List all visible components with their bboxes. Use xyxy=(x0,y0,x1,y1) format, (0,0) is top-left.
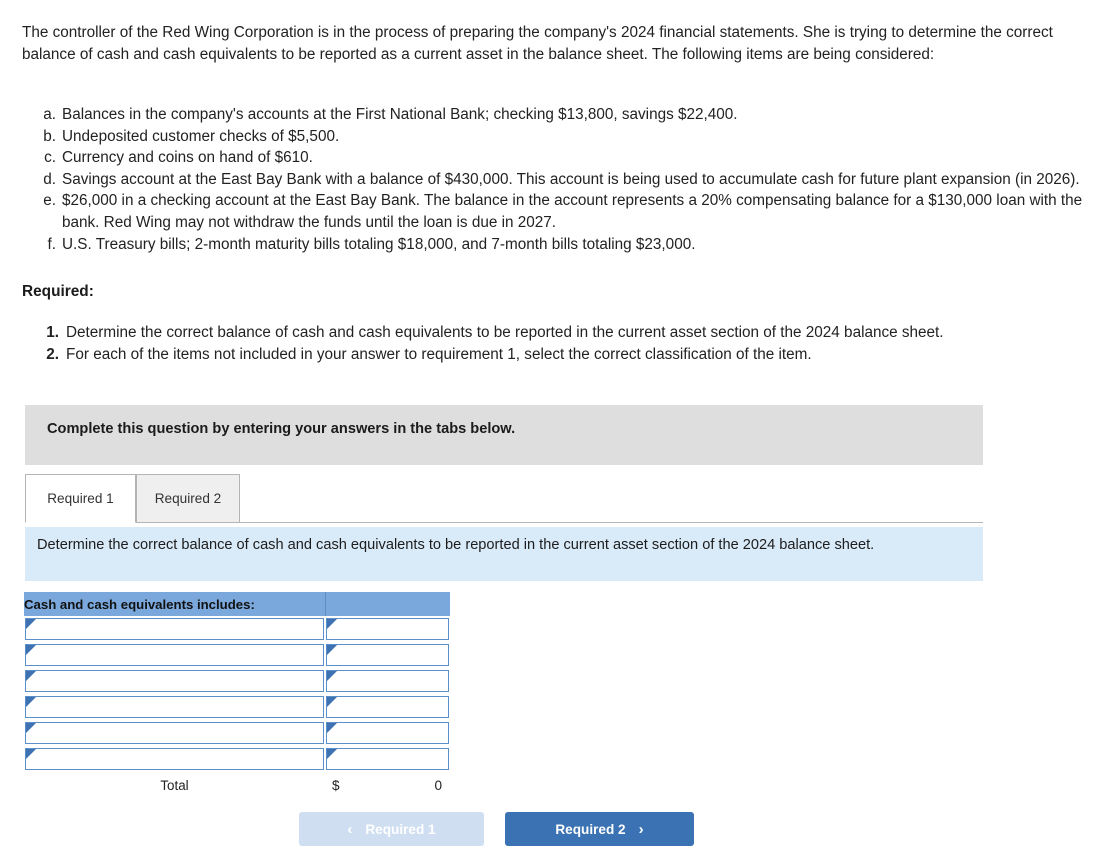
tab-required-1[interactable]: Required 1 xyxy=(25,474,136,523)
table-row xyxy=(24,746,450,772)
table-row xyxy=(24,668,450,694)
list-item-marker: f. xyxy=(47,235,57,253)
answer-label-cell-2[interactable] xyxy=(25,644,324,666)
answer-label-cell-5[interactable] xyxy=(25,722,324,744)
list-item: f. U.S. Treasury bills; 2-month maturity… xyxy=(22,234,1094,256)
total-row-value-cell: $ 0 xyxy=(325,772,450,798)
total-currency-symbol: $ xyxy=(332,777,340,793)
table-header-row: Cash and cash equivalents includes: xyxy=(24,592,450,616)
instruction-banner-text: Complete this question by entering your … xyxy=(47,421,516,437)
answer-value-cell-5[interactable] xyxy=(326,722,449,744)
answer-value-input-5[interactable] xyxy=(327,723,448,743)
previous-required-button[interactable]: ‹ Required 1 xyxy=(299,812,484,846)
answer-value-input-3[interactable] xyxy=(327,671,448,691)
answer-value-cell-1[interactable] xyxy=(326,618,449,640)
answer-value-cell-6[interactable] xyxy=(326,748,449,770)
tab-required-2[interactable]: Required 2 xyxy=(136,474,240,523)
requirement-number: 1. xyxy=(46,324,59,341)
previous-required-button-label: Required 1 xyxy=(365,821,436,837)
answer-label-input-1[interactable] xyxy=(26,619,323,639)
list-item-text: Currency and coins on hand of $610. xyxy=(62,149,313,167)
dropdown-triangle-icon xyxy=(26,723,36,733)
next-required-button-label: Required 2 xyxy=(555,821,626,837)
table-row xyxy=(24,616,450,642)
answer-value-cell-3[interactable] xyxy=(326,670,449,692)
dropdown-triangle-icon xyxy=(327,671,337,681)
dropdown-triangle-icon xyxy=(26,749,36,759)
tab-instruction-text: Determine the correct balance of cash an… xyxy=(37,537,875,553)
next-required-button[interactable]: Required 2 › xyxy=(505,812,694,846)
list-item: c. Currency and coins on hand of $610. xyxy=(22,147,1094,169)
list-item: a. Balances in the company's accounts at… xyxy=(22,104,1094,126)
chevron-right-icon: › xyxy=(638,820,644,838)
table-row xyxy=(24,642,450,668)
answer-value-cell-2[interactable] xyxy=(326,644,449,666)
answer-value-cell-4[interactable] xyxy=(326,696,449,718)
list-item-marker: e. xyxy=(43,192,56,210)
list-item-marker: b. xyxy=(43,127,56,145)
list-item-text: Balances in the company's accounts at th… xyxy=(62,106,738,123)
dropdown-triangle-icon xyxy=(327,697,337,707)
list-item-text: U.S. Treasury bills; 2-month maturity bi… xyxy=(62,235,696,253)
list-item-text: $26,000 in a checking account at the Eas… xyxy=(62,192,1083,231)
requirement-number: 2. xyxy=(46,345,59,363)
answer-label-input-5[interactable] xyxy=(26,723,323,743)
answer-label-input-6[interactable] xyxy=(26,749,323,769)
dropdown-triangle-icon xyxy=(26,645,36,655)
answer-table-header-label: Cash and cash equivalents includes: xyxy=(24,592,325,616)
list-item-text: Savings account at the East Bay Bank wit… xyxy=(62,170,1080,188)
tab-required-1-label: Required 1 xyxy=(47,491,114,506)
answer-value-input-1[interactable] xyxy=(327,619,448,639)
tab-strip: Required 1 Required 2 xyxy=(25,474,983,523)
question-items-list: a. Balances in the company's accounts at… xyxy=(22,104,1094,255)
answer-label-input-3[interactable] xyxy=(26,671,323,691)
requirement-item: 1. Determine the correct balance of cash… xyxy=(22,322,1082,344)
total-amount: 0 xyxy=(434,777,442,793)
dropdown-triangle-icon xyxy=(327,749,337,759)
list-item-marker: c. xyxy=(44,149,56,167)
list-item: e. $26,000 in a checking account at the … xyxy=(22,190,1094,233)
requirement-item: 2. For each of the items not included in… xyxy=(22,344,1082,366)
instruction-banner: Complete this question by entering your … xyxy=(25,405,983,465)
answer-label-cell-4[interactable] xyxy=(25,696,324,718)
dropdown-triangle-icon xyxy=(327,645,337,655)
answer-value-input-6[interactable] xyxy=(327,749,448,769)
list-item-marker: a. xyxy=(43,106,56,123)
answer-label-input-2[interactable] xyxy=(26,645,323,665)
requirements-list: 1. Determine the correct balance of cash… xyxy=(22,322,1082,365)
dropdown-triangle-icon xyxy=(26,619,36,629)
dropdown-triangle-icon xyxy=(26,697,36,707)
total-row-label: Total xyxy=(24,772,325,798)
answer-label-cell-1[interactable] xyxy=(25,618,324,640)
answer-label-cell-3[interactable] xyxy=(25,670,324,692)
chevron-left-icon: ‹ xyxy=(347,820,353,838)
tab-required-2-label: Required 2 xyxy=(154,491,222,506)
answer-label-input-4[interactable] xyxy=(26,697,323,717)
tab-instruction-box: Determine the correct balance of cash an… xyxy=(25,527,983,581)
list-item: b. Undeposited customer checks of $5,500… xyxy=(22,126,1094,148)
dropdown-triangle-icon xyxy=(26,671,36,681)
list-item-text: Undeposited customer checks of $5,500. xyxy=(62,127,340,145)
answer-value-input-4[interactable] xyxy=(327,697,448,717)
list-item-marker: d. xyxy=(43,170,56,188)
question-intro-text: The controller of the Red Wing Corporati… xyxy=(22,24,1053,63)
table-row xyxy=(24,720,450,746)
answer-table-header-value xyxy=(324,592,450,616)
dropdown-triangle-icon xyxy=(327,723,337,733)
answer-label-cell-6[interactable] xyxy=(25,748,324,770)
table-row xyxy=(24,694,450,720)
answer-value-input-2[interactable] xyxy=(327,645,448,665)
answer-table: Cash and cash equivalents includes: Tota… xyxy=(24,592,450,798)
requirement-text: For each of the items not included in yo… xyxy=(66,345,812,363)
requirement-text: Determine the correct balance of cash an… xyxy=(66,324,944,341)
table-total-row: Total $ 0 xyxy=(24,772,450,798)
required-heading: Required: xyxy=(22,283,94,300)
dropdown-triangle-icon xyxy=(327,619,337,629)
list-item: d. Savings account at the East Bay Bank … xyxy=(22,169,1094,191)
